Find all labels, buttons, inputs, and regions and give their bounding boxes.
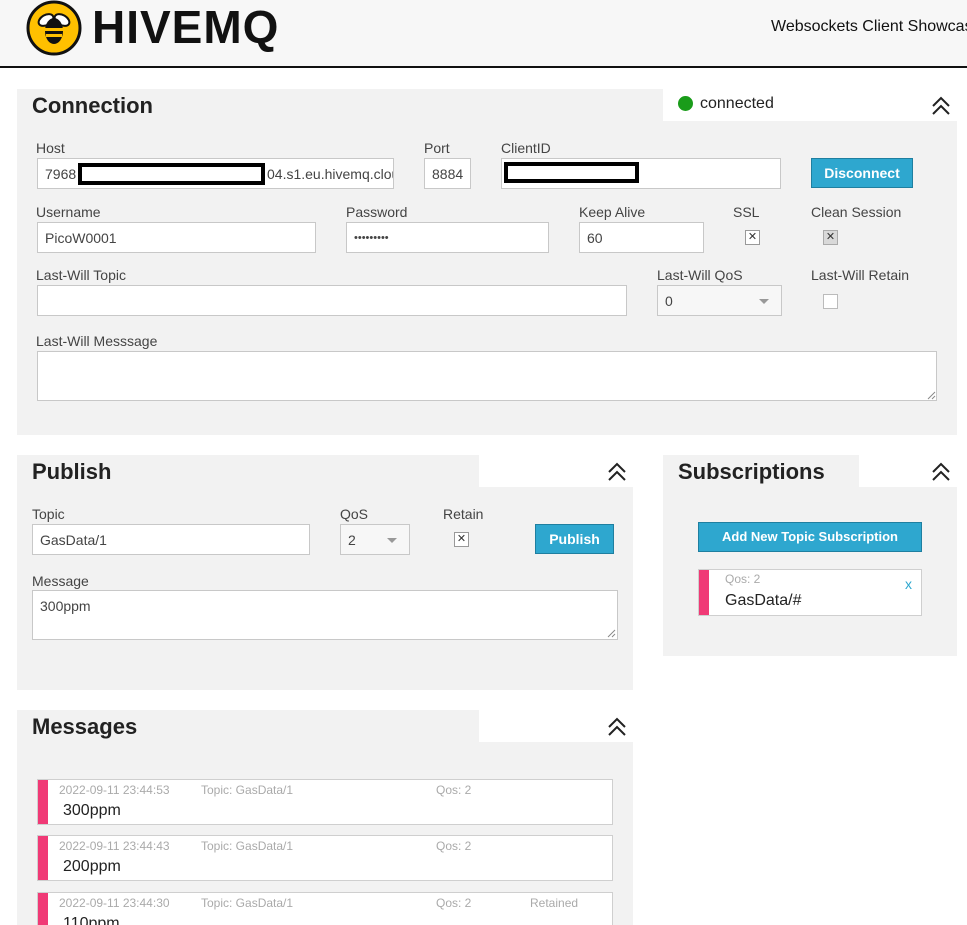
status-connected-icon [678,96,693,111]
password-input[interactable]: ••••••••• [346,222,549,253]
page-title: Websockets Client Showcase [771,18,967,35]
lwt-topic-input[interactable] [37,285,627,316]
host-suffix: 04.s1.eu.hivemq.cloud [267,166,394,182]
message-item[interactable]: 2022-09-11 23:44:53 Topic: GasData/1 Qos… [37,779,613,825]
username-label: Username [36,204,101,220]
username-input[interactable]: PicoW0001 [37,222,316,253]
clientid-label: ClientID [501,140,551,156]
clean-session-checkbox[interactable]: ✕ [823,230,838,245]
message-qos: Qos: 2 [436,783,472,797]
publish-panel: Publish Topic GasData/1 QoS 2 Retain ✕ P… [17,455,633,690]
publish-topic-label: Topic [32,506,65,522]
lwt-retain-label: Last-Will Retain [811,267,910,283]
app-header: HIVEMQ Websockets Client Showcase [0,0,967,68]
subscription-item[interactable]: Qos: 2 GasData/# x [698,569,922,616]
publish-topic-input[interactable]: GasData/1 [32,524,310,555]
lwt-message-textarea[interactable] [37,351,937,401]
host-prefix: 7968 [45,166,77,182]
collapse-chevron-icon[interactable] [606,716,628,738]
message-color-bar [38,836,48,880]
subscription-color-bar [699,570,709,615]
host-label: Host [36,140,65,156]
message-color-bar [38,893,48,925]
publish-message-value: 300ppm [40,598,91,614]
clientid-redaction [504,162,639,183]
clean-session-label: Clean Session [811,204,902,220]
publish-qos-select[interactable]: 2 [340,524,410,555]
brand-wordmark: HIVEMQ [92,1,280,53]
subscription-qos: Qos: 2 [725,572,761,586]
lwt-qos-value: 0 [665,293,673,309]
message-payload: 200ppm [63,858,121,875]
publish-message-textarea[interactable]: 300ppm [32,590,618,640]
ssl-label: SSL [733,204,760,220]
message-topic: Topic: GasData/1 [201,783,294,797]
publish-retain-checkbox[interactable]: ✕ [454,532,469,547]
collapse-chevron-icon[interactable] [606,461,628,483]
hivemq-bee-logo-icon [26,0,82,56]
publish-button[interactable]: Publish [535,524,614,554]
publish-qos-label: QoS [340,506,369,522]
connection-title: Connection [32,93,153,118]
resize-grip-icon[interactable] [927,391,936,400]
message-topic: Topic: GasData/1 [201,896,294,910]
port-label: Port [424,140,450,156]
message-timestamp: 2022-09-11 23:44:30 [59,896,170,910]
subscription-topic: GasData/# [725,592,802,609]
keepalive-label: Keep Alive [579,204,646,220]
lwt-topic-label: Last-Will Topic [36,267,126,283]
disconnect-button[interactable]: Disconnect [811,158,913,188]
collapse-chevron-icon[interactable] [930,95,952,117]
unsubscribe-close-icon[interactable]: x [905,576,912,592]
subscriptions-title: Subscriptions [678,459,825,484]
ssl-checkbox[interactable]: ✕ [745,230,760,245]
message-payload: 300ppm [63,802,121,819]
chevron-down-icon [387,538,397,543]
message-qos: Qos: 2 [436,839,472,853]
resize-grip-icon[interactable] [607,629,616,638]
publish-qos-value: 2 [348,532,356,548]
message-retained: Retained [530,896,579,910]
message-timestamp: 2022-09-11 23:44:53 [59,783,170,797]
messages-panel: Messages 2022-09-11 23:44:53 Topic: GasD… [17,710,633,925]
password-label: Password [346,204,408,220]
message-item[interactable]: 2022-09-11 23:44:43 Topic: GasData/1 Qos… [37,835,613,881]
message-color-bar [38,780,48,824]
message-item[interactable]: 2022-09-11 23:44:30 Topic: GasData/1 Qos… [37,892,613,925]
collapse-chevron-icon[interactable] [930,461,952,483]
lwt-qos-label: Last-Will QoS [657,267,743,283]
message-topic: Topic: GasData/1 [201,839,294,853]
connection-status: connected [700,95,774,112]
port-input[interactable]: 8884 [424,158,471,189]
message-payload: 110ppm [63,915,120,925]
lwt-message-label: Last-Will Messsage [36,333,158,349]
lwt-retain-checkbox[interactable] [823,294,838,309]
publish-message-label: Message [32,573,89,589]
host-redaction [78,163,265,185]
subscriptions-panel: Subscriptions Add New Topic Subscription… [663,455,957,656]
keepalive-input[interactable]: 60 [579,222,704,253]
publish-title: Publish [32,459,112,484]
messages-title: Messages [32,714,138,739]
add-subscription-button[interactable]: Add New Topic Subscription [698,522,922,552]
lwt-qos-select[interactable]: 0 [657,285,782,316]
chevron-down-icon [759,299,769,304]
publish-retain-label: Retain [443,506,484,522]
message-timestamp: 2022-09-11 23:44:43 [59,839,170,853]
message-qos: Qos: 2 [436,896,472,910]
connection-panel: Connection connected Host 7968 04.s1.eu.… [17,89,957,435]
